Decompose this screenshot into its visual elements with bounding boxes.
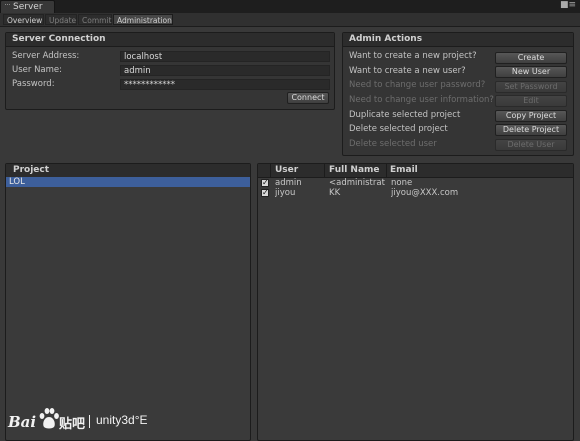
window-title: Server — [13, 2, 43, 12]
drag-grip-icon[interactable] — [5, 4, 10, 9]
full-name-column-header[interactable]: Full Name — [329, 164, 380, 177]
user-email: jiyou@XXX.com — [391, 188, 459, 198]
create-project-button[interactable]: Create — [495, 52, 567, 64]
user-full-name: <administrator> — [329, 178, 385, 188]
password-input[interactable] — [120, 79, 330, 90]
watermark-divider — [89, 415, 90, 428]
window-tab-server[interactable]: Server — [0, 0, 55, 13]
column-separator — [270, 164, 271, 177]
connect-button[interactable]: Connect — [287, 92, 329, 104]
change-user-info-text: Need to change user information? — [349, 95, 494, 105]
set-password-button[interactable]: Set Password — [495, 81, 567, 93]
server-address-input[interactable] — [120, 51, 330, 62]
watermark-site-text: unity3d°E — [96, 413, 148, 427]
delete-project-text: Delete selected project — [349, 124, 448, 134]
server-connection-title: Server Connection — [6, 33, 334, 47]
admin-actions-title: Admin Actions — [343, 33, 573, 47]
tab-commit[interactable]: Commit — [78, 14, 112, 25]
create-user-text: Want to create a new user? — [349, 66, 466, 76]
user-list-panel: User Full Name Email ✓ admin <administra… — [257, 163, 574, 441]
column-separator — [324, 164, 325, 177]
user-name-label: User Name: — [12, 65, 63, 75]
copy-project-button[interactable]: Copy Project — [495, 110, 567, 122]
user-name-input[interactable] — [120, 65, 330, 76]
server-address-label: Server Address: — [12, 51, 80, 61]
user-column-header[interactable]: User — [275, 164, 298, 177]
project-name: LOL — [9, 177, 25, 187]
tab-overview[interactable]: Overview — [3, 14, 44, 25]
change-password-text: Need to change user password? — [349, 80, 486, 90]
column-separator — [386, 164, 387, 177]
delete-user-button[interactable]: Delete User — [495, 139, 567, 151]
password-label: Password: — [12, 79, 55, 89]
user-row[interactable]: ✓ admin <administrator> none — [258, 178, 573, 188]
create-project-text: Want to create a new project? — [349, 51, 477, 61]
duplicate-project-text: Duplicate selected project — [349, 110, 461, 120]
new-user-button[interactable]: New User — [495, 66, 567, 78]
admin-actions-panel: Admin Actions Want to create a new proje… — [342, 32, 574, 156]
user-enabled-checkbox[interactable]: ✓ — [261, 189, 269, 197]
tab-update[interactable]: Update — [45, 14, 77, 25]
user-enabled-checkbox[interactable]: ✓ — [261, 179, 269, 187]
delete-project-button[interactable]: Delete Project — [495, 124, 567, 136]
user-name: jiyou — [275, 188, 296, 198]
user-email: none — [391, 178, 413, 188]
user-name: admin — [275, 178, 302, 188]
project-column-header[interactable]: Project — [6, 164, 250, 178]
paw-logo-icon — [39, 408, 59, 429]
user-full-name: KK — [329, 188, 341, 198]
project-row[interactable]: LOL — [6, 177, 250, 187]
watermark-tieba-text: 贴吧 — [59, 417, 86, 432]
toolbar: Overview Update Commit Administration — [0, 13, 580, 27]
project-list-panel: Project LOL — [5, 163, 251, 441]
server-connection-panel: Server Connection Server Address: User N… — [5, 32, 335, 110]
tab-administration[interactable]: Administration — [113, 14, 173, 25]
edit-user-button[interactable]: Edit — [495, 95, 567, 107]
watermark-bai-text: Bai — [8, 413, 37, 431]
delete-user-text: Delete selected user — [349, 139, 437, 149]
user-row[interactable]: ✓ jiyou KK jiyou@XXX.com — [258, 188, 573, 198]
baidu-tieba-watermark: Bai 贴吧 unity3d°E — [8, 407, 208, 437]
window-menu-icon[interactable]: ■≡ — [560, 0, 576, 10]
window-title-bar — [0, 0, 580, 13]
email-column-header[interactable]: Email — [390, 164, 418, 177]
